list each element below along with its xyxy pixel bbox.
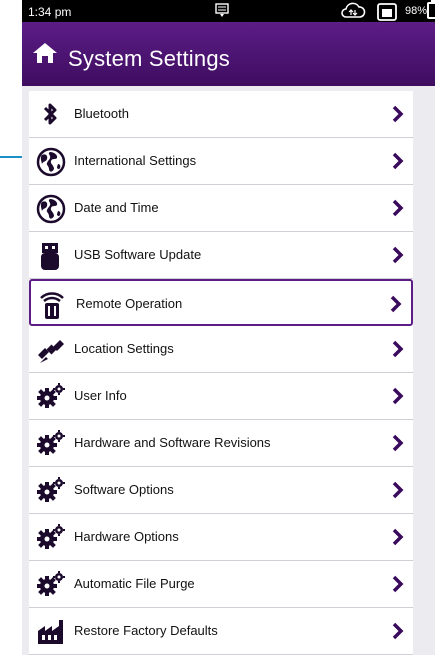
settings-item-label: Location Settings	[74, 341, 174, 356]
settings-item-label: USB Software Update	[74, 247, 202, 262]
chevron-right-icon	[392, 152, 404, 170]
settings-item-label: User Info	[74, 388, 127, 403]
settings-item-hardware-options[interactable]: Hardware Options	[29, 514, 413, 561]
settings-list: Bluetooth International Settings Date an…	[29, 91, 413, 655]
title-bar: System Settings	[22, 22, 435, 86]
settings-item-label: Hardware and Software Revisions	[74, 435, 271, 450]
chevron-right-icon	[392, 528, 404, 546]
factory-icon	[36, 617, 64, 645]
settings-item-label: Remote Operation	[76, 296, 183, 311]
chevron-right-icon	[392, 199, 404, 217]
settings-item-label: Date and Time	[74, 200, 159, 215]
chevron-right-icon	[392, 105, 404, 123]
message-icon	[215, 3, 229, 22]
settings-item-user-info[interactable]: User Info	[29, 373, 413, 420]
settings-item-label: Software Options	[74, 482, 174, 497]
settings-item-label: International Settings	[74, 153, 197, 168]
settings-item-file-purge[interactable]: Automatic File Purge	[29, 561, 413, 608]
settings-list-container: Bluetooth International Settings Date an…	[22, 86, 435, 655]
settings-item-label: Bluetooth	[74, 106, 129, 121]
chevron-right-icon	[392, 340, 404, 358]
bluetooth-icon	[36, 100, 64, 128]
settings-item-date-time[interactable]: Date and Time	[29, 185, 413, 232]
cloud-sync-icon	[340, 2, 366, 23]
gears-icon	[36, 429, 65, 457]
battery-percent: 98%	[405, 5, 428, 17]
chevron-right-icon	[392, 387, 404, 405]
chevron-right-icon	[392, 481, 404, 499]
usb-drive-icon	[36, 241, 64, 270]
settings-item-restore-defaults[interactable]: Restore Factory Defaults	[29, 608, 413, 655]
chevron-right-icon	[392, 246, 404, 264]
gears-icon	[36, 476, 65, 504]
satellite-icon	[36, 335, 64, 363]
page-title: System Settings	[68, 46, 230, 71]
network-icon	[377, 3, 397, 24]
remote-icon	[38, 290, 66, 319]
globe-icon	[36, 147, 66, 177]
settings-item-software-options[interactable]: Software Options	[29, 467, 413, 514]
home-icon[interactable]	[32, 42, 58, 69]
settings-item-location[interactable]: Location Settings	[29, 326, 413, 373]
chevron-right-icon	[390, 295, 402, 313]
chevron-right-icon	[392, 575, 404, 593]
device-screen: 1:34 pm 98% System Settings Bluetooth In…	[22, 0, 435, 655]
chevron-right-icon	[392, 434, 404, 452]
settings-item-revisions[interactable]: Hardware and Software Revisions	[29, 420, 413, 467]
gears-icon	[36, 523, 65, 551]
settings-item-label: Automatic File Purge	[74, 576, 195, 591]
status-time: 1:34 pm	[28, 5, 72, 19]
settings-item-usb-update[interactable]: USB Software Update	[29, 232, 413, 279]
gears-icon	[36, 382, 65, 410]
settings-item-label: Hardware Options	[74, 529, 179, 544]
chevron-right-icon	[392, 622, 404, 640]
settings-item-international[interactable]: International Settings	[29, 138, 413, 185]
globe-icon	[36, 194, 66, 224]
gears-icon	[36, 570, 65, 598]
settings-item-label: Restore Factory Defaults	[74, 623, 218, 638]
settings-item-remote-operation[interactable]: Remote Operation	[29, 279, 413, 326]
status-bar: 1:34 pm 98%	[22, 0, 435, 22]
settings-item-bluetooth[interactable]: Bluetooth	[29, 91, 413, 138]
battery-icon	[427, 0, 435, 19]
